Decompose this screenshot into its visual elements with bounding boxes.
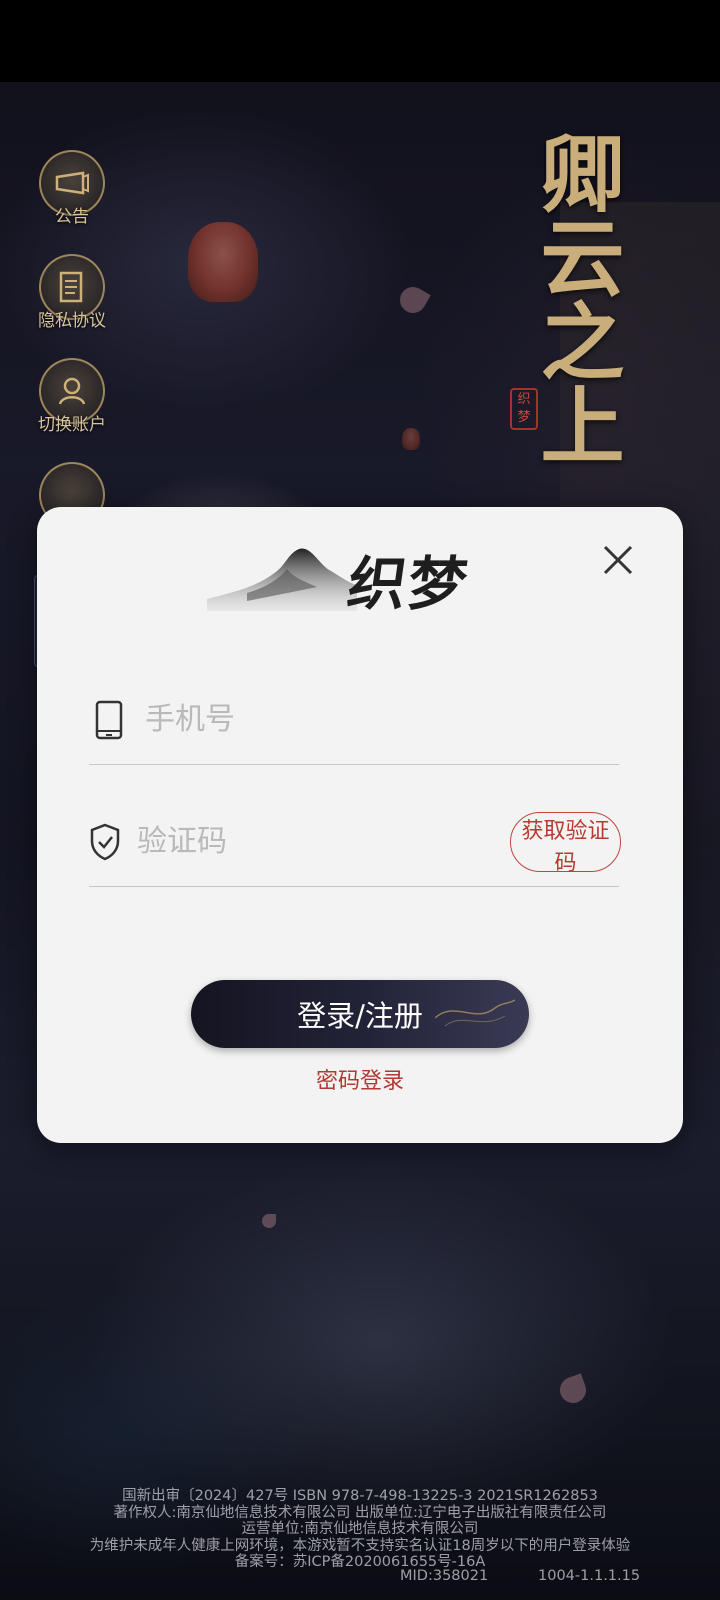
petal-image — [395, 282, 431, 318]
footer-line: 著作权人:南京仙地信息技术有限公司 出版单位:辽宁电子出版社有限责任公司 — [113, 1504, 607, 1521]
footer-line: 国新出审〔2024〕427号 ISBN 978-7-498-13225-3 20… — [122, 1488, 598, 1504]
petal-image — [262, 1214, 276, 1228]
side-item-privacy[interactable]: 隐私协议 — [22, 254, 122, 358]
legal-footer: 国新出审〔2024〕427号 ISBN 978-7-498-13225-3 20… — [0, 1488, 720, 1571]
status-bar — [0, 0, 720, 82]
code-field-row: 获取验证码 — [89, 797, 621, 887]
login-register-label: 登录/注册 — [297, 999, 423, 1033]
phone-field-row — [89, 675, 619, 765]
lantern-image — [402, 428, 420, 450]
side-item-label: 公告 — [55, 207, 89, 227]
side-menu: 公告 隐私协议 切换账户 — [22, 150, 122, 566]
brand-logo: 织梦 — [207, 531, 507, 621]
password-login-link[interactable]: 密码登录 — [37, 1063, 683, 1095]
login-screen: 卿云之上 织梦 公告 隐私协议 切换账户 织梦 手机号 验证码 获取验证码 登录… — [0, 0, 720, 1600]
lantern-image — [188, 222, 258, 302]
title-seal: 织梦 — [510, 388, 538, 430]
wave-decoration-icon — [435, 999, 515, 1027]
petal-image — [556, 1373, 590, 1407]
version-text: 1004-1.1.1.15 — [538, 1568, 641, 1584]
verification-code-input[interactable] — [137, 816, 510, 867]
side-item-switch-account[interactable]: 切换账户 — [22, 358, 122, 462]
side-item-announcement[interactable]: 公告 — [22, 150, 122, 254]
logo-text: 织梦 — [343, 550, 474, 618]
close-icon — [603, 545, 633, 575]
close-button[interactable] — [599, 541, 637, 579]
shield-check-icon — [89, 820, 121, 864]
footer-ids: MID:358021 1004-1.1.1.15 — [0, 1568, 720, 1600]
footer-line: 运营单位:南京仙地信息技术有限公司 — [241, 1521, 479, 1537]
login-dialog: 织梦 手机号 验证码 获取验证码 登录/注册 密码登录 — [37, 507, 683, 1143]
phone-icon — [89, 698, 129, 742]
mid-text: MID:358021 — [400, 1568, 489, 1584]
login-register-button[interactable]: 登录/注册 — [191, 980, 529, 1048]
phone-input[interactable] — [145, 694, 619, 745]
side-item-label: 隐私协议 — [38, 311, 106, 331]
side-item-label: 切换账户 — [38, 415, 106, 435]
mountain-logo-icon — [207, 548, 357, 611]
footer-line: 为维护未成年人健康上网环境，本游戏暂不支持实名认证18周岁以下的用户登录体验 — [89, 1537, 631, 1554]
get-code-button[interactable]: 获取验证码 — [510, 811, 621, 876]
